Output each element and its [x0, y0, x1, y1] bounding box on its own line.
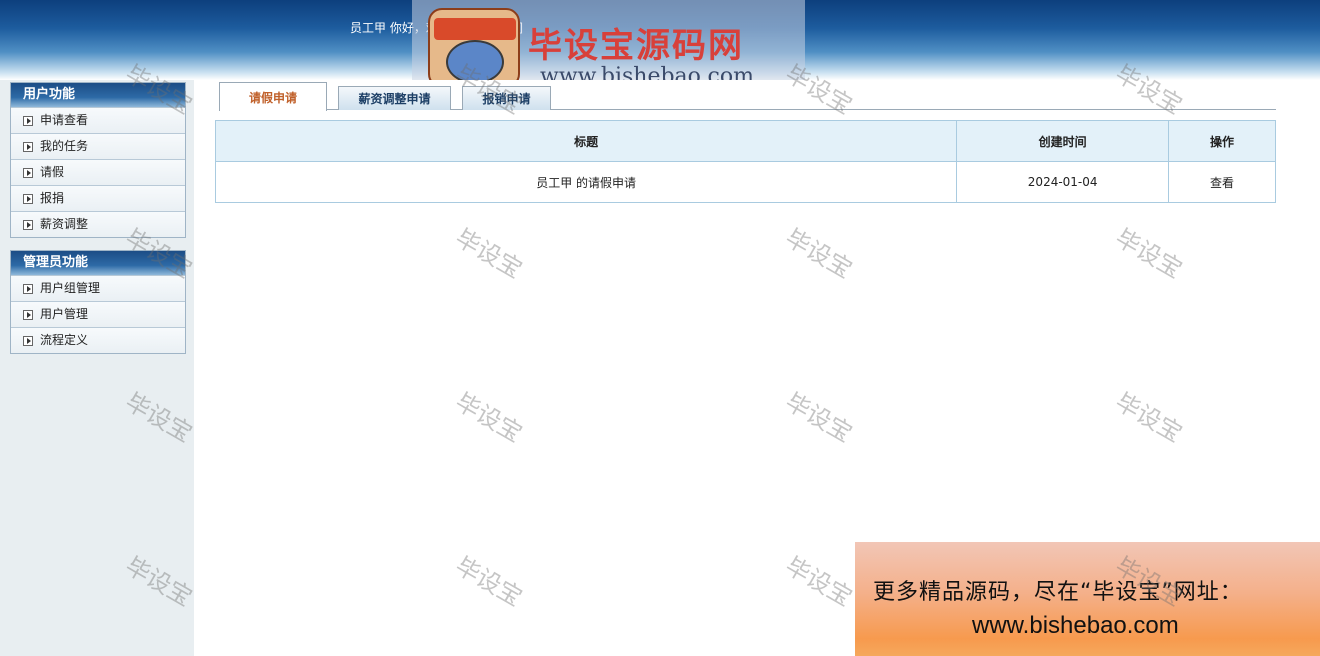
cell-title: 员工甲 的请假申请 — [214, 161, 958, 203]
arrow-right-icon — [23, 141, 33, 152]
arrow-right-icon — [23, 193, 33, 204]
tab-expense-application[interactable]: 报销申请 — [462, 86, 551, 110]
promo-banner: 更多精品源码，尽在“毕设宝”网址： www.bishebao.com — [855, 542, 1320, 656]
view-link[interactable]: 查看 — [1210, 176, 1234, 190]
arrow-right-icon — [23, 115, 33, 126]
sidebar-item-user-group-mgmt[interactable]: 用户组管理 — [11, 275, 185, 301]
promo-text: 更多精品源码，尽在“毕设宝”网址： — [873, 580, 1243, 605]
menu-admin-functions: 管理员功能 用户组管理 用户管理 流程定义 — [10, 250, 186, 354]
sidebar-item-leave[interactable]: 请假 — [11, 159, 185, 185]
tab-salary-adjust-application[interactable]: 薪资调整申请 — [338, 86, 451, 110]
arrow-right-icon — [23, 283, 33, 294]
sidebar-item-my-tasks[interactable]: 我的任务 — [11, 133, 185, 159]
tab-leave-application[interactable]: 请假申请 — [219, 82, 327, 111]
column-header-created: 创建时间 — [956, 120, 1170, 162]
column-header-title: 标题 — [214, 120, 958, 162]
column-header-action: 操作 — [1168, 120, 1276, 162]
cell-action: 查看 — [1168, 161, 1276, 203]
cell-created: 2024-01-04 — [956, 161, 1170, 203]
arrow-right-icon — [23, 309, 33, 320]
table-row: 员工甲 的请假申请 2024-01-04 查看 — [214, 161, 1276, 203]
menu-group-title: 用户功能 — [11, 83, 185, 107]
arrow-right-icon — [23, 219, 33, 230]
left-sidebar: 用户功能 申请查看 我的任务 请假 报捐 薪资调整 管理员功能 用户组管理 用户… — [0, 80, 194, 656]
table-header-row: 标题 创建时间 操作 — [214, 120, 1276, 162]
menu-group-title: 管理员功能 — [11, 251, 185, 275]
application-table: 标题 创建时间 操作 员工甲 的请假申请 2024-01-04 查看 — [214, 120, 1276, 203]
menu-user-functions: 用户功能 申请查看 我的任务 请假 报捐 薪资调整 — [10, 82, 186, 238]
sidebar-item-application-view[interactable]: 申请查看 — [11, 107, 185, 133]
promo-url: www.bishebao.com — [972, 612, 1179, 639]
sidebar-item-process-def[interactable]: 流程定义 — [11, 327, 185, 353]
logo-title: 毕设宝源码网 — [528, 26, 744, 66]
arrow-right-icon — [23, 335, 33, 346]
sidebar-item-expense[interactable]: 报捐 — [11, 185, 185, 211]
sidebar-item-user-mgmt[interactable]: 用户管理 — [11, 301, 185, 327]
arrow-right-icon — [23, 167, 33, 178]
tab-bar: 请假申请 薪资调整申请 报销申请 — [219, 82, 1276, 111]
sidebar-item-salary-adjust[interactable]: 薪资调整 — [11, 211, 185, 237]
logo-mascot-icon — [428, 8, 520, 88]
